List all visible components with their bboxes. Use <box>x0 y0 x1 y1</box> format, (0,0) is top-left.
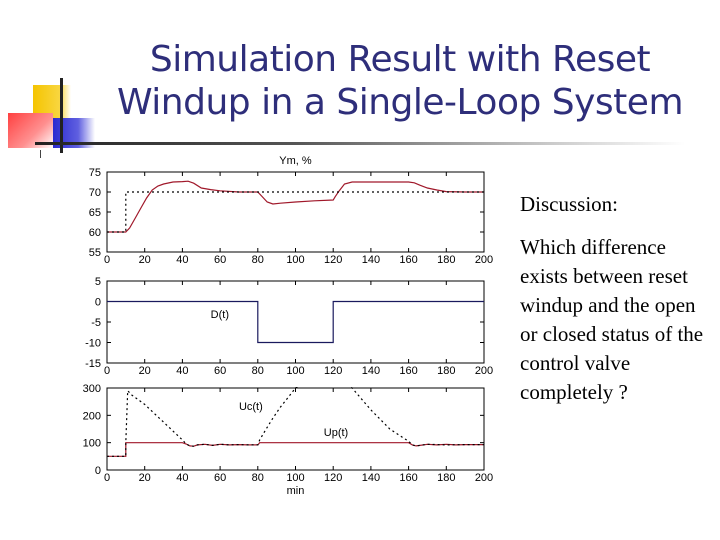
y-tick-label: 65 <box>89 207 101 219</box>
x-tick-label: 60 <box>214 254 226 266</box>
chart-controller-output: 0 20 40 60 80 100 120 140 160 180 200 0 100 200 300 min… <box>83 383 494 497</box>
x-tick-label: 100 <box>286 472 304 484</box>
series-ym <box>107 180 484 233</box>
x-tick-label: 200 <box>475 365 493 377</box>
x-tick-label: 20 <box>139 472 151 484</box>
x-tick-label: 100 <box>286 365 304 377</box>
x-tick-label: 160 <box>399 472 417 484</box>
annotation-label: Up(t) <box>324 427 348 439</box>
y-tick-label: 60 <box>89 227 101 239</box>
x-axis-label: min <box>287 485 305 497</box>
x-tick-label: 80 <box>252 254 264 266</box>
y-tick-label: 300 <box>83 383 101 395</box>
y-tick-label: 0 <box>95 297 101 309</box>
x-tick-label: 180 <box>437 365 455 377</box>
x-tick-label: 0 <box>104 472 110 484</box>
chart-ym: 0 20 40 60 80 100 120 140 160 180 200 55 60 65 70 75 Ym,… <box>89 155 493 266</box>
plot-frame <box>106 387 485 471</box>
x-tick-label: 120 <box>324 472 342 484</box>
discussion-panel: Discussion: Which difference exists betw… <box>520 192 710 407</box>
x-tick-label: 120 <box>324 365 342 377</box>
x-tick-label: 0 <box>104 254 110 266</box>
chart-title: Ym, % <box>279 155 312 167</box>
annotation-label: Uc(t) <box>239 401 263 413</box>
x-tick-label: 160 <box>399 254 417 266</box>
x-tick-label: 80 <box>252 472 264 484</box>
x-tick-label: 20 <box>139 254 151 266</box>
y-tick-label: 5 <box>95 276 101 288</box>
y-tick-label: -10 <box>85 338 101 350</box>
series-d-t- <box>107 300 484 344</box>
x-tick-label: 0 <box>104 365 110 377</box>
y-tick-label: 100 <box>83 438 101 450</box>
y-tick-label: 70 <box>89 187 101 199</box>
y-tick-label: 55 <box>89 247 101 259</box>
y-tick-label: -5 <box>91 317 101 329</box>
x-tick-label: 140 <box>362 472 380 484</box>
x-tick-label: 60 <box>214 365 226 377</box>
x-tick-label: 40 <box>176 472 188 484</box>
series-setpoint <box>107 191 484 233</box>
discussion-heading: Discussion: <box>520 192 619 216</box>
plot-frame <box>106 280 485 364</box>
x-tick-label: 20 <box>139 365 151 377</box>
y-tick-label: 0 <box>95 465 101 477</box>
y-tick-label: -15 <box>85 358 101 370</box>
x-tick-label: 200 <box>475 472 493 484</box>
x-tick-label: 140 <box>362 254 380 266</box>
y-tick-label: 75 <box>89 167 101 179</box>
x-tick-label: 140 <box>362 365 380 377</box>
x-tick-label: 180 <box>437 472 455 484</box>
x-tick-label: 200 <box>475 254 493 266</box>
x-tick-label: 40 <box>176 365 188 377</box>
x-tick-label: 180 <box>437 254 455 266</box>
x-tick-label: 80 <box>252 365 264 377</box>
x-tick-label: 60 <box>214 472 226 484</box>
series-up-t- <box>107 442 484 457</box>
chart-disturbance: 0 20 40 60 80 100 120 140 160 180 200 -15 -10 -5 0 5 D(t… <box>85 276 493 377</box>
y-tick-label: 200 <box>83 410 101 422</box>
discussion-text: Which difference exists between reset wi… <box>520 235 704 404</box>
x-tick-label: 120 <box>324 254 342 266</box>
x-tick-label: 40 <box>176 254 188 266</box>
x-tick-label: 100 <box>286 254 304 266</box>
x-tick-label: 160 <box>399 365 417 377</box>
annotation-label: D(t) <box>211 309 229 321</box>
